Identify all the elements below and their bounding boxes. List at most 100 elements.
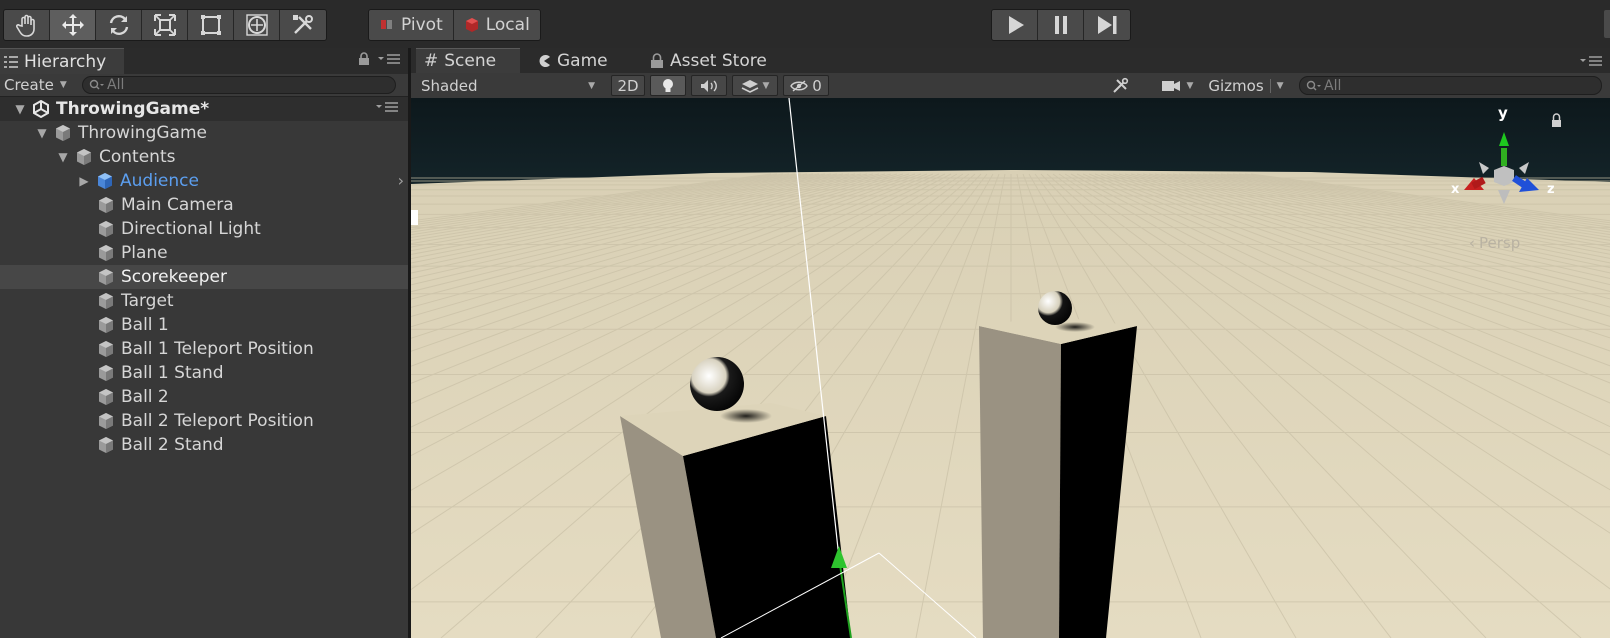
chevron-down-icon: ▼ [1276, 80, 1284, 91]
move-tool-icon [61, 14, 84, 36]
ball-1-stand [620, 403, 851, 638]
expand-arrow-icon[interactable]: ▶ [78, 174, 90, 188]
pause-button[interactable] [1038, 10, 1084, 40]
search-placeholder: All [107, 77, 125, 93]
tab-label: Game [557, 50, 608, 71]
lighting-toggle[interactable] [650, 75, 686, 96]
gameobject-cube-icon [99, 341, 113, 357]
rotate-tool-icon [109, 15, 128, 35]
chevron-down-icon: ▼ [1186, 80, 1194, 91]
chevron-down-icon: ▼ [59, 80, 67, 90]
hierarchy-toolbar: Create ▼ All [0, 74, 408, 97]
scale-tool-icon [153, 14, 176, 36]
expand-arrow-icon[interactable]: ▼ [57, 150, 69, 164]
create-dropdown[interactable]: Create ▼ [0, 76, 68, 94]
tree-row-ball-1[interactable]: Ball 1 [0, 313, 408, 337]
tree-row-contents[interactable]: ▼ Contents [0, 145, 408, 169]
tree-row-ball-2-stand[interactable]: Ball 2 Stand [0, 433, 408, 457]
tab-scene[interactable]: # Scene [416, 48, 520, 73]
custom-tool-icon [293, 15, 313, 34]
toolbar-right-edge [1604, 10, 1610, 38]
axis-label-z: z [1547, 182, 1555, 197]
lock-icon[interactable] [358, 52, 370, 66]
tree-row-ball-1-teleport[interactable]: Ball 1 Teleport Position [0, 337, 408, 361]
scene-toolbar: Shaded ▼ 2D ▼ 0 ▼ Gizmos ▼ All [411, 73, 1610, 99]
hand-tool-icon [15, 14, 35, 37]
create-label: Create [4, 76, 54, 94]
hierarchy-tabbar: Hierarchy [0, 48, 408, 74]
tree-row-directional-light[interactable]: Directional Light [0, 217, 408, 241]
camera-dropdown[interactable]: ▼ [1153, 75, 1201, 96]
hierarchy-tab[interactable]: Hierarchy [0, 48, 124, 74]
audio-toggle[interactable] [691, 75, 727, 96]
unity-logo-icon [33, 100, 49, 118]
tree-row-label: Ball 1 Teleport Position [121, 339, 314, 359]
panel-menu-icon[interactable] [1580, 55, 1602, 67]
scene-viewport[interactable]: y x z ‹ Persp [411, 98, 1610, 638]
local-button[interactable]: Local [453, 10, 540, 40]
playback-controls [991, 9, 1131, 41]
tree-row-plane[interactable]: Plane [0, 241, 408, 265]
shading-mode-dropdown[interactable]: Shaded ▼ [415, 75, 601, 96]
expand-arrow-icon[interactable]: ▼ [36, 126, 48, 140]
chevron-left-icon: ‹ [1469, 234, 1475, 252]
chevron-right-icon[interactable]: › [398, 171, 404, 190]
hierarchy-tab-controls [358, 52, 400, 66]
tree-row-label: Ball 2 Teleport Position [121, 411, 314, 431]
tree-row-main-camera[interactable]: Main Camera [0, 193, 408, 217]
scene-tools-button[interactable] [1103, 75, 1137, 96]
tree-row-label: Main Camera [121, 195, 234, 215]
gizmos-dropdown[interactable]: Gizmos ▼ [1205, 75, 1287, 96]
hidden-eye-icon [790, 79, 809, 92]
search-placeholder: All [1324, 77, 1342, 94]
projection-label: Persp [1479, 234, 1521, 252]
effects-dropdown[interactable]: ▼ [732, 75, 778, 96]
projection-toggle[interactable]: ‹ Persp [1469, 234, 1520, 252]
rotate-tool-button[interactable] [96, 10, 142, 40]
play-button[interactable] [992, 10, 1038, 40]
hidden-count: 0 [812, 76, 822, 95]
tools-icon [1113, 77, 1129, 93]
tree-row-ball-2-teleport[interactable]: Ball 2 Teleport Position [0, 409, 408, 433]
tree-row-label: Plane [121, 243, 168, 263]
tree-row-ball-1-stand[interactable]: Ball 1 Stand [0, 361, 408, 385]
rect-tool-button[interactable] [188, 10, 234, 40]
hierarchy-search-input[interactable]: All [82, 76, 396, 94]
tab-game[interactable]: Game [529, 48, 629, 73]
tree-row-audience[interactable]: ▶ Audience › [0, 169, 408, 193]
game-pacman-icon [539, 54, 550, 67]
scene-name: ThrowingGame* [56, 99, 210, 119]
transform-tool-button[interactable] [234, 10, 280, 40]
custom-tool-button[interactable] [280, 10, 326, 40]
tree-row-scorekeeper[interactable]: Scorekeeper [0, 265, 408, 289]
search-icon [89, 79, 104, 90]
hidden-objects-toggle[interactable]: 0 [783, 75, 829, 96]
mode-2d-toggle[interactable]: 2D [611, 75, 645, 96]
shading-mode-label: Shaded [421, 76, 478, 95]
tree-row-target[interactable]: Target [0, 289, 408, 313]
scene-search-input[interactable]: All [1299, 76, 1602, 95]
tree-row-ball-2[interactable]: Ball 2 [0, 385, 408, 409]
expand-arrow-icon[interactable]: ▼ [14, 102, 26, 116]
search-icon [1306, 80, 1321, 90]
mode-2d-label: 2D [617, 76, 639, 95]
tree-row-root[interactable]: ▼ ThrowingGame [0, 121, 408, 145]
scene-menu-icon[interactable] [376, 101, 398, 113]
gameobject-cube-icon [56, 125, 70, 141]
move-tool-button[interactable] [50, 10, 96, 40]
step-button[interactable] [1084, 10, 1130, 40]
scale-tool-button[interactable] [142, 10, 188, 40]
tree-row-label: Audience [120, 171, 199, 191]
tab-asset-store[interactable]: Asset Store [642, 48, 782, 73]
pivot-button[interactable]: Pivot [369, 10, 454, 40]
layers-icon [741, 79, 758, 93]
hierarchy-tab-label: Hierarchy [24, 51, 107, 72]
panel-menu-icon[interactable] [378, 53, 400, 65]
scene-header-row[interactable]: ▼ ThrowingGame* [0, 97, 408, 121]
hand-tool-button[interactable] [4, 10, 50, 40]
speaker-icon [701, 79, 717, 92]
tree-row-label: Target [121, 291, 174, 311]
grid-hash-icon: # [424, 51, 439, 71]
transform-tools [3, 9, 327, 41]
scene-panel: # Scene Game Asset Store Shaded ▼ 2D ▼ 0… [411, 48, 1610, 638]
